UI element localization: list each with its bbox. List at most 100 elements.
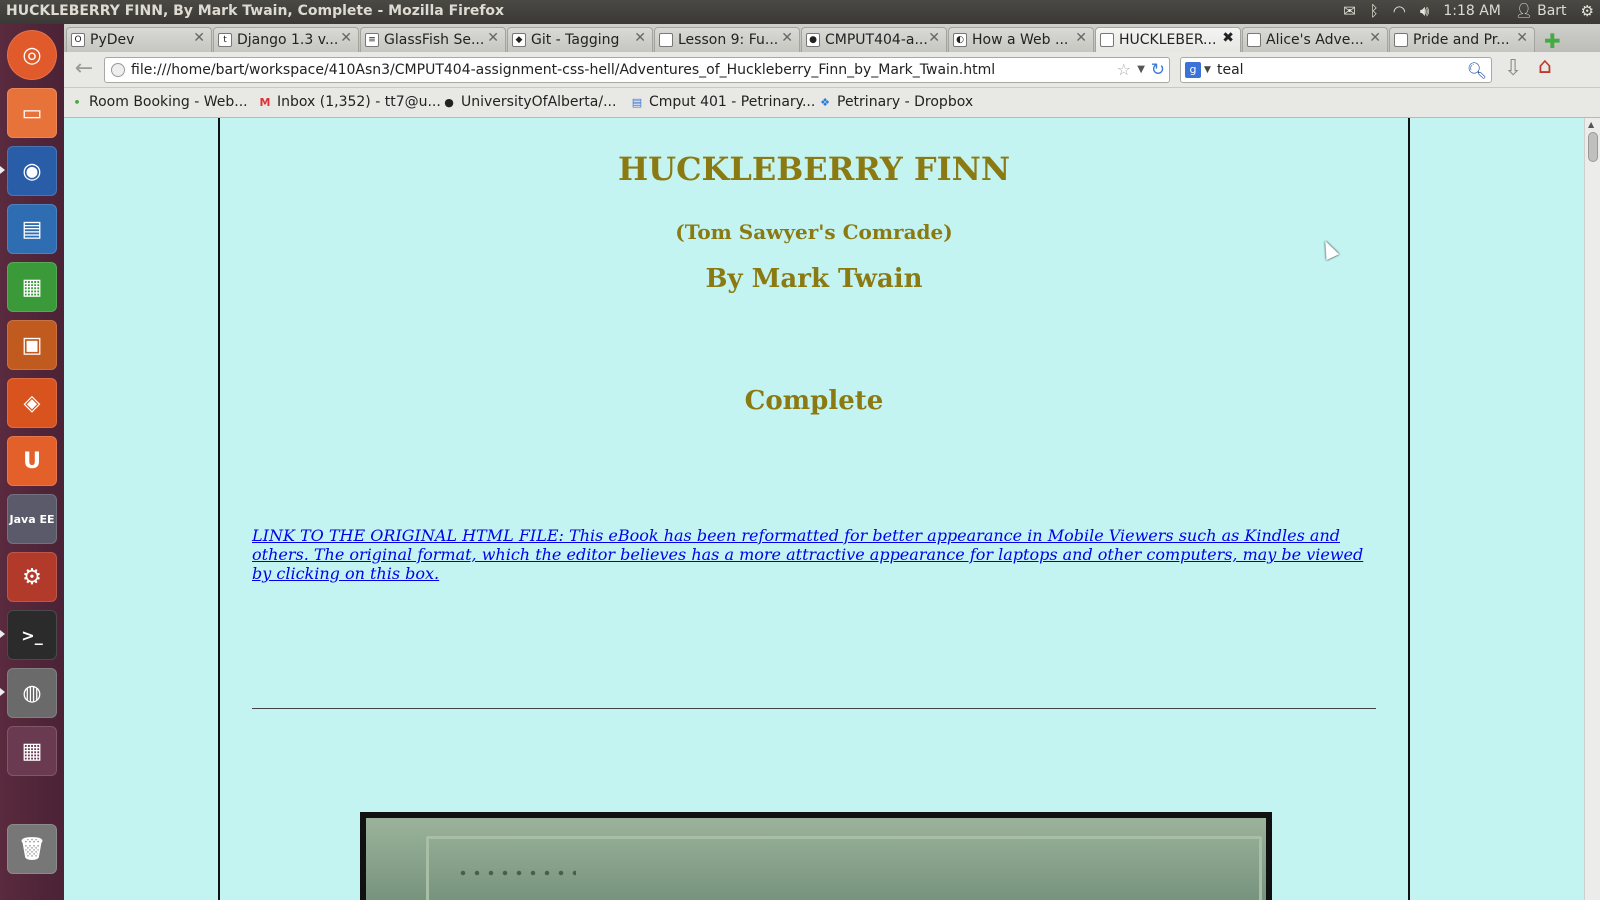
- scrollbar-thumb[interactable]: [1588, 132, 1598, 162]
- search-magnifier-icon[interactable]: 🔍︎: [1467, 59, 1487, 83]
- tab-bar: O PyDev ✕ t Django 1.3 v... ✕ ≡ GlassFish Se.…: [64, 24, 1600, 53]
- tab-label: Django 1.3 v...: [237, 32, 339, 48]
- navigation-bar: ← file:///home/bart/workspace/410Asn3/CM…: [64, 52, 1600, 88]
- tab-django[interactable]: t Django 1.3 v... ✕: [213, 27, 359, 52]
- docs-icon: ▤: [631, 95, 643, 109]
- bookmark-label: Cmput 401 - Petrinary...: [649, 94, 816, 110]
- close-icon[interactable]: ✕: [340, 30, 352, 46]
- bluetooth-icon[interactable]: ᛒ: [1370, 2, 1379, 20]
- book-content-box: HUCKLEBERRY FINN (Tom Sawyer's Comrade) …: [218, 118, 1410, 900]
- bookmark-github[interactable]: ● UniversityOfAlberta/...: [442, 94, 616, 110]
- bookmark-cmput401[interactable]: ▤ Cmput 401 - Petrinary...: [630, 94, 816, 110]
- site-identity-icon[interactable]: [111, 63, 125, 77]
- system-tray: ✉ ᛒ ◠ 🔊︎ 1:18 AM 👤︎ Bart ⚙: [1343, 2, 1594, 20]
- search-engine-icon[interactable]: g: [1185, 62, 1201, 78]
- running-indicator: [0, 688, 5, 696]
- running-indicator: [0, 630, 5, 638]
- calc-icon[interactable]: ▦: [7, 262, 57, 312]
- close-icon[interactable]: ✕: [1075, 30, 1087, 46]
- tab-glassfish[interactable]: ≡ GlassFish Se... ✕: [360, 27, 506, 52]
- eclipse-ide-icon[interactable]: Java EE: [7, 494, 57, 544]
- trash-icon[interactable]: 🗑︎: [7, 824, 57, 874]
- close-icon[interactable]: ✕: [1369, 30, 1381, 46]
- scroll-up-arrow-icon[interactable]: ▲: [1588, 120, 1594, 129]
- gmail-icon: M: [259, 95, 271, 109]
- system-settings-icon[interactable]: ⚙: [7, 552, 57, 602]
- horizontal-rule: [252, 708, 1376, 709]
- close-icon[interactable]: ✕: [928, 30, 940, 46]
- url-bar[interactable]: file:///home/bart/workspace/410Asn3/CMPU…: [104, 57, 1170, 83]
- tab-label: Alice's Adve...: [1266, 32, 1364, 48]
- bookmark-room-booking[interactable]: • Room Booking - Web...: [70, 94, 248, 110]
- tab-favicon-icon: [1394, 33, 1408, 47]
- tab-favicon-icon: ≡: [365, 33, 379, 47]
- clock[interactable]: 1:18 AM: [1443, 3, 1501, 19]
- mail-icon[interactable]: ✉: [1343, 2, 1356, 20]
- dropbox-icon: ❖: [820, 95, 830, 109]
- search-input[interactable]: g ▼ teal 🔍︎: [1180, 57, 1492, 83]
- bookmark-inbox[interactable]: M Inbox (1,352) - tt7@u...: [258, 94, 441, 110]
- running-indicator: [0, 166, 5, 174]
- original-html-link[interactable]: LINK TO THE ORIGINAL HTML FILE: This eBo…: [252, 526, 1376, 583]
- search-value: teal: [1217, 62, 1244, 78]
- software-center-icon[interactable]: ◈: [7, 378, 57, 428]
- user-menu[interactable]: 👤︎ Bart: [1515, 3, 1567, 19]
- bookmark-label: Room Booking - Web...: [89, 94, 248, 110]
- chrome-icon[interactable]: ◍: [7, 668, 57, 718]
- tab-pride[interactable]: Pride and Pr... ✕: [1389, 27, 1535, 52]
- tab-how-a-web[interactable]: ◐ How a Web ... ✕: [948, 27, 1094, 52]
- files-icon[interactable]: ▭: [7, 88, 57, 138]
- url-text: file:///home/bart/workspace/410Asn3/CMPU…: [131, 62, 996, 78]
- bookmark-label: Inbox (1,352) - tt7@u...: [277, 94, 441, 110]
- back-arrow-icon[interactable]: ←: [70, 56, 98, 82]
- tab-cmput404[interactable]: ● CMPUT404-a... ✕: [801, 27, 947, 52]
- home-icon[interactable]: ⌂: [1538, 54, 1552, 79]
- settings-gear-icon[interactable]: ⚙: [1581, 2, 1594, 20]
- downloads-arrow-icon[interactable]: ⇩: [1504, 56, 1522, 81]
- close-icon[interactable]: ✕: [193, 30, 205, 46]
- tab-git-tagging[interactable]: ◆ Git - Tagging ✕: [507, 27, 653, 52]
- bookmark-dropbox[interactable]: ❖ Petrinary - Dropbox: [818, 94, 973, 110]
- wifi-icon[interactable]: ◠: [1393, 2, 1406, 20]
- github-icon: ●: [444, 95, 454, 109]
- history-dropdown-icon[interactable]: ▼: [1137, 58, 1145, 82]
- firefox-icon[interactable]: ◉: [7, 146, 57, 196]
- close-icon[interactable]: ✕: [487, 30, 499, 46]
- search-engine-dropdown-icon[interactable]: ▼: [1204, 58, 1211, 82]
- tab-alice[interactable]: Alice's Adve... ✕: [1242, 27, 1388, 52]
- bookmarks-toolbar: • Room Booking - Web... M Inbox (1,352) - …: [64, 88, 1600, 118]
- terminal-icon[interactable]: >_: [7, 610, 57, 660]
- impress-icon[interactable]: ▣: [7, 320, 57, 370]
- cover-ornament-border: [426, 836, 1262, 900]
- tab-label: How a Web ...: [972, 32, 1069, 48]
- tab-pydev[interactable]: O PyDev ✕: [66, 27, 212, 52]
- book-title: HUCKLEBERRY FINN: [617, 150, 1011, 188]
- launcher: ◎ ▭ ◉ ▤ ▦ ▣ ◈ U Java EE ⚙ >_ ◍ ▦ 🗑︎: [0, 24, 64, 900]
- close-icon[interactable]: ✕: [1516, 30, 1528, 46]
- tab-favicon-icon: ●: [806, 33, 820, 47]
- tab-favicon-icon: t: [218, 33, 232, 47]
- tab-label: HUCKLEBER...: [1119, 32, 1217, 48]
- workspace-switcher-icon[interactable]: ▦: [7, 726, 57, 776]
- ubuntu-one-icon[interactable]: U: [7, 436, 57, 486]
- tab-favicon-icon: ◐: [953, 33, 967, 47]
- writer-icon[interactable]: ▤: [7, 204, 57, 254]
- volume-icon[interactable]: 🔊︎: [1420, 2, 1429, 20]
- close-icon[interactable]: ✕: [634, 30, 646, 46]
- book-author: By Mark Twain: [705, 264, 923, 294]
- dash-home-icon[interactable]: ◎: [7, 30, 57, 80]
- tab-label: Lesson 9: Fu...: [678, 32, 779, 48]
- new-tab-plus-icon[interactable]: ✚: [1544, 29, 1561, 53]
- close-icon[interactable]: ✕: [781, 30, 793, 46]
- close-icon[interactable]: ✖: [1222, 30, 1234, 46]
- tab-lesson-9[interactable]: Lesson 9: Fu... ✕: [654, 27, 800, 52]
- reload-icon[interactable]: ↻: [1151, 58, 1165, 82]
- book-cover-image: [366, 818, 1266, 900]
- tab-huckleberry-active[interactable]: HUCKLEBER... ✖: [1095, 27, 1241, 52]
- page-viewport: HUCKLEBERRY FINN (Tom Sawyer's Comrade) …: [64, 118, 1584, 900]
- bookmark-star-icon[interactable]: ☆: [1117, 58, 1131, 82]
- vertical-scrollbar[interactable]: ▲: [1584, 118, 1600, 900]
- tab-label: Git - Tagging: [531, 32, 620, 48]
- bookmark-dot-icon: •: [73, 95, 81, 109]
- user-icon: 👤︎: [1514, 3, 1533, 19]
